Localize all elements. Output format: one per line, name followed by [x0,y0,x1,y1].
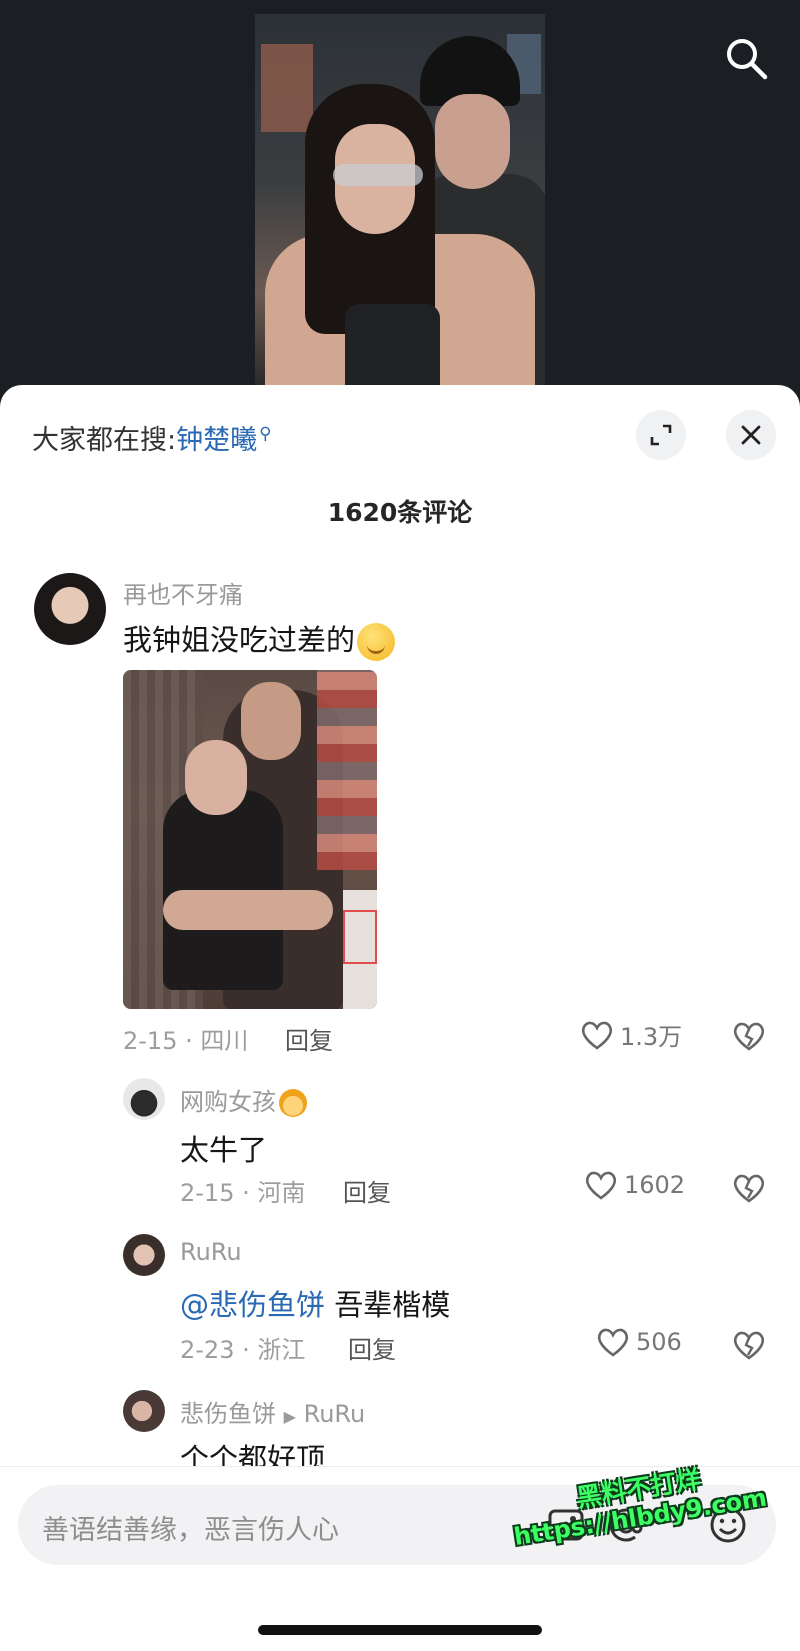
girl-emoji-icon [279,1089,307,1117]
avatar[interactable] [123,1078,165,1120]
reply-text-clip: 个个都好顶 [180,1430,680,1466]
reply-text-content: 吾辈楷模 [334,1288,451,1322]
search-icon[interactable] [722,34,770,82]
reply-username[interactable]: RuRu [180,1238,242,1266]
like-count: 1.3万 [620,1023,683,1051]
comment-text-content: 我钟姐没吃过差的 [123,623,356,657]
heart-icon [581,1021,613,1050]
reply-date-location: 2-23 · 浙江 [180,1336,306,1364]
comment-username[interactable]: 再也不牙痛 [123,575,243,610]
comment-input-placeholder: 善语结善缘，恶言伤人心 [42,1515,339,1546]
avatar[interactable] [123,1234,165,1276]
at-icon[interactable] [606,1505,646,1545]
close-button[interactable] [726,410,776,460]
hot-search-keyword[interactable]: 钟楚曦 [176,425,257,456]
dislike-button[interactable] [732,1328,766,1362]
dislike-button[interactable] [732,1171,766,1205]
broken-heart-icon [733,1022,765,1051]
comment-sheet: 大家都在搜:钟楚曦 ⚲ 1620条评论 再也不牙痛 我钟姐没吃过差的 2-15 … [0,385,800,1651]
reply-text: @悲伤鱼饼 吾辈楷模 [180,1282,450,1324]
reply-text: 个个都好顶 [180,1442,326,1466]
comment-count-title: 1620条评论 [327,498,473,527]
like-button[interactable]: 1.3万 [580,1017,682,1052]
close-icon [741,425,761,445]
like-count: 506 [636,1328,682,1356]
reply-button[interactable]: 回复 [285,1021,333,1056]
image-icon[interactable] [546,1505,586,1545]
like-count: 1602 [624,1171,686,1199]
comment-input[interactable]: 善语结善缘，恶言伤人心 [18,1485,776,1565]
reply-username[interactable]: 悲伤鱼饼 ▶ RuRu [180,1394,365,1429]
comment-text: 我钟姐没吃过差的 [123,617,396,661]
reply-date-location: 2-15 · 河南 [180,1179,306,1207]
reply-target: RuRu [303,1400,366,1428]
smirk-emoji-icon [357,623,396,661]
emoji-icon[interactable] [708,1505,748,1545]
comment-image[interactable] [123,670,377,1009]
reply-username-text: 网购女孩 [180,1088,276,1116]
broken-heart-icon [733,1174,765,1203]
expand-button[interactable] [636,410,686,460]
heart-icon [585,1171,617,1200]
broken-heart-icon [733,1331,765,1360]
like-button[interactable]: 506 [596,1326,682,1358]
mention-link[interactable]: @悲伤鱼饼 [180,1288,325,1322]
input-divider [0,1466,800,1467]
hot-search-prefix: 大家都在搜: [32,425,177,456]
hot-search-bar[interactable]: 大家都在搜:钟楚曦 ⚲ [32,418,272,457]
reply-text: 太牛了 [180,1133,268,1167]
reply-username-text: 悲伤鱼饼 [180,1400,276,1428]
heart-icon [597,1328,629,1357]
comment-date-location: 2-15 · 四川 [123,1027,249,1055]
reply-button[interactable]: 回复 [343,1173,391,1208]
avatar[interactable] [123,1390,165,1432]
reply-username[interactable]: 网购女孩 [180,1082,307,1117]
like-button[interactable]: 1602 [584,1169,685,1201]
search-small-icon: ⚲ [259,424,272,444]
home-indicator [258,1625,542,1635]
expand-icon [650,424,672,446]
dislike-button[interactable] [732,1019,766,1053]
avatar[interactable] [34,573,106,645]
reply-button[interactable]: 回复 [348,1330,396,1365]
video-thumbnail[interactable] [255,14,545,386]
reply-arrow-icon: ▶ [283,1407,296,1426]
